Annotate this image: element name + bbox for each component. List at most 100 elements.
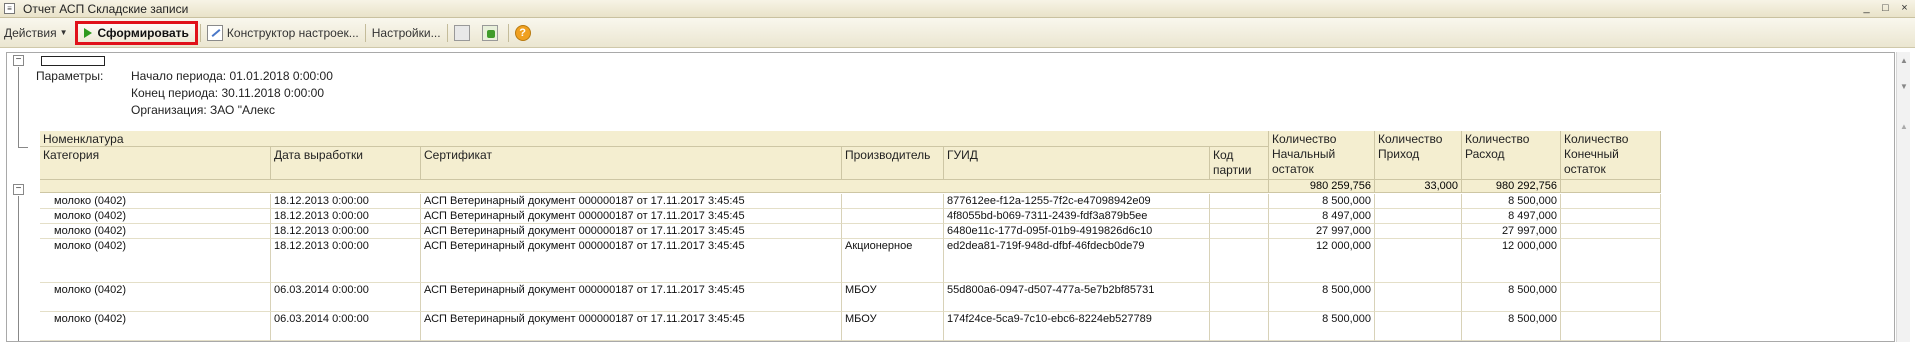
cell-qty-start[interactable]: 8 500,000 bbox=[1269, 312, 1375, 341]
generate-report-button[interactable]: Сформировать bbox=[74, 20, 198, 45]
header-nomenclature: Номенклатура bbox=[40, 131, 1269, 147]
cell-producer[interactable]: МБОУ bbox=[842, 283, 944, 312]
cell-producer[interactable] bbox=[842, 209, 944, 224]
cell-date[interactable]: 18.12.2013 0:00:00 bbox=[271, 194, 421, 209]
cell-qty-out[interactable]: 8 500,000 bbox=[1462, 194, 1561, 209]
cell-qty-in[interactable] bbox=[1375, 312, 1462, 341]
cell-qty-in[interactable] bbox=[1375, 283, 1462, 312]
cell-guid[interactable]: 877612ee-f12a-1255-7f2c-e47098942e09 bbox=[944, 194, 1210, 209]
total-qty-start: 980 259,756 bbox=[1269, 180, 1375, 193]
cell-category[interactable]: молоко (0402) bbox=[40, 194, 271, 209]
settings-button[interactable]: Настройки... bbox=[368, 22, 445, 44]
param-period-start: Начало периода: 01.01.2018 0:00:00 bbox=[131, 69, 333, 83]
minimize-icon[interactable]: _ bbox=[1860, 1, 1873, 15]
cell-qty-end[interactable] bbox=[1561, 283, 1661, 312]
cell-producer[interactable] bbox=[842, 194, 944, 209]
cell-date[interactable]: 18.12.2013 0:00:00 bbox=[271, 224, 421, 239]
cell-guid[interactable]: 174f24ce-5ca9-7c10-ebc6-8224eb527789 bbox=[944, 312, 1210, 341]
help-icon: ? bbox=[514, 24, 531, 41]
cell-certificate[interactable]: АСП Ветеринарный документ 000000187 от 1… bbox=[421, 283, 842, 312]
toolbar-divider bbox=[199, 23, 201, 42]
scroll-down-icon[interactable]: ▼ bbox=[1900, 82, 1908, 91]
header-qty-start: Количество Начальный остаток bbox=[1269, 131, 1375, 180]
cell-qty-out[interactable]: 8 497,000 bbox=[1462, 209, 1561, 224]
cell-qty-in[interactable] bbox=[1375, 224, 1462, 239]
cell-qty-out[interactable]: 27 997,000 bbox=[1462, 224, 1561, 239]
cell-batch[interactable] bbox=[1210, 224, 1269, 239]
cell-producer[interactable]: Акционерное bbox=[842, 239, 944, 283]
window-title: Отчет АСП Складские записи bbox=[23, 1, 189, 16]
header-certificate: Сертификат bbox=[421, 147, 842, 180]
help-button[interactable]: ? bbox=[511, 22, 535, 44]
report-spreadsheet[interactable]: − − Параметры: Начало периода: 01.01.201… bbox=[6, 52, 1895, 342]
cell-certificate[interactable]: АСП Ветеринарный документ 000000187 от 1… bbox=[421, 239, 842, 283]
collapse-group-icon[interactable]: − bbox=[13, 184, 24, 195]
cell-guid[interactable]: 55d800a6-0947-d507-477a-5e7b2bf85731 bbox=[944, 283, 1210, 312]
cell-qty-in[interactable] bbox=[1375, 239, 1462, 283]
settings-label: Настройки... bbox=[371, 25, 441, 40]
cell-category[interactable]: молоко (0402) bbox=[40, 224, 271, 239]
generate-report-label: Сформировать bbox=[97, 25, 189, 40]
maximize-icon[interactable]: □ bbox=[1879, 1, 1892, 15]
cell-batch[interactable] bbox=[1210, 283, 1269, 312]
cell-qty-end[interactable] bbox=[1561, 239, 1661, 283]
cell-certificate[interactable]: АСП Ветеринарный документ 000000187 от 1… bbox=[421, 209, 842, 224]
scroll-up-icon[interactable]: ▲ bbox=[1900, 56, 1908, 65]
cell-qty-in[interactable] bbox=[1375, 209, 1462, 224]
param-period-end: Конец периода: 30.11.2018 0:00:00 bbox=[131, 86, 325, 100]
cell-qty-in[interactable] bbox=[1375, 194, 1462, 209]
header-batch: Код партии bbox=[1210, 147, 1269, 180]
cell-date[interactable]: 06.03.2014 0:00:00 bbox=[271, 283, 421, 312]
cell-producer[interactable] bbox=[842, 224, 944, 239]
cell-guid[interactable]: ed2dea81-719f-948d-dfbf-46fdecb0de79 bbox=[944, 239, 1210, 283]
cell-qty-start[interactable]: 8 497,000 bbox=[1269, 209, 1375, 224]
actions-menu-button[interactable]: Действия ▼ bbox=[0, 22, 72, 44]
toolbar-divider bbox=[364, 23, 366, 42]
cell-date[interactable]: 18.12.2013 0:00:00 bbox=[271, 239, 421, 283]
cell-qty-out[interactable]: 8 500,000 bbox=[1462, 312, 1561, 341]
cell-category[interactable]: молоко (0402) bbox=[40, 283, 271, 312]
cell-category[interactable]: молоко (0402) bbox=[40, 209, 271, 224]
cell-certificate[interactable]: АСП Ветеринарный документ 000000187 от 1… bbox=[421, 224, 842, 239]
header-qty-end: Количество Конечный остаток bbox=[1561, 131, 1661, 180]
collapse-params-icon[interactable]: − bbox=[13, 55, 24, 66]
cell-certificate[interactable]: АСП Ветеринарный документ 000000187 от 1… bbox=[421, 194, 842, 209]
cell-date[interactable]: 06.03.2014 0:00:00 bbox=[271, 312, 421, 341]
cell-guid[interactable]: 6480e11c-177d-095f-01b9-4919826d6c10 bbox=[944, 224, 1210, 239]
cell-batch[interactable] bbox=[1210, 194, 1269, 209]
tree-line bbox=[18, 196, 19, 341]
export-button[interactable] bbox=[478, 22, 506, 44]
scroll-marker-icon: ▲ bbox=[1900, 122, 1908, 131]
header-category: Категория bbox=[40, 147, 271, 180]
settings-designer-button[interactable]: Конструктор настроек... bbox=[203, 22, 363, 44]
cell-guid[interactable]: 4f8055bd-b069-7311-2439-fdf3a879b5ee bbox=[944, 209, 1210, 224]
cell-qty-end[interactable] bbox=[1561, 312, 1661, 341]
cell-qty-start[interactable]: 8 500,000 bbox=[1269, 283, 1375, 312]
cell-qty-out[interactable]: 12 000,000 bbox=[1462, 239, 1561, 283]
total-qty-end bbox=[1561, 180, 1661, 193]
copy-button[interactable] bbox=[450, 22, 478, 44]
toolbar-divider bbox=[507, 23, 509, 42]
close-icon[interactable]: × bbox=[1898, 1, 1911, 15]
selected-cell[interactable] bbox=[41, 56, 105, 66]
total-qty-out: 980 292,756 bbox=[1462, 180, 1561, 193]
cell-batch[interactable] bbox=[1210, 239, 1269, 283]
cell-certificate[interactable]: АСП Ветеринарный документ 000000187 от 1… bbox=[421, 312, 842, 341]
cell-batch[interactable] bbox=[1210, 209, 1269, 224]
cell-qty-start[interactable]: 8 500,000 bbox=[1269, 194, 1375, 209]
cell-qty-end[interactable] bbox=[1561, 224, 1661, 239]
vertical-scrollbar[interactable]: ▲ ▼ ▲ bbox=[1896, 52, 1910, 342]
total-qty-in: 33,000 bbox=[1375, 180, 1462, 193]
cell-qty-start[interactable]: 27 997,000 bbox=[1269, 224, 1375, 239]
cell-batch[interactable] bbox=[1210, 312, 1269, 341]
cell-qty-end[interactable] bbox=[1561, 209, 1661, 224]
cell-qty-start[interactable]: 12 000,000 bbox=[1269, 239, 1375, 283]
cell-category[interactable]: молоко (0402) bbox=[40, 312, 271, 341]
cell-date[interactable]: 18.12.2013 0:00:00 bbox=[271, 209, 421, 224]
cell-qty-out[interactable]: 8 500,000 bbox=[1462, 283, 1561, 312]
cell-category[interactable]: молоко (0402) bbox=[40, 239, 271, 283]
header-guid: ГУИД bbox=[944, 147, 1210, 180]
cell-qty-end[interactable] bbox=[1561, 194, 1661, 209]
cell-producer[interactable]: МБОУ bbox=[842, 312, 944, 341]
params-label: Параметры: bbox=[36, 69, 104, 83]
